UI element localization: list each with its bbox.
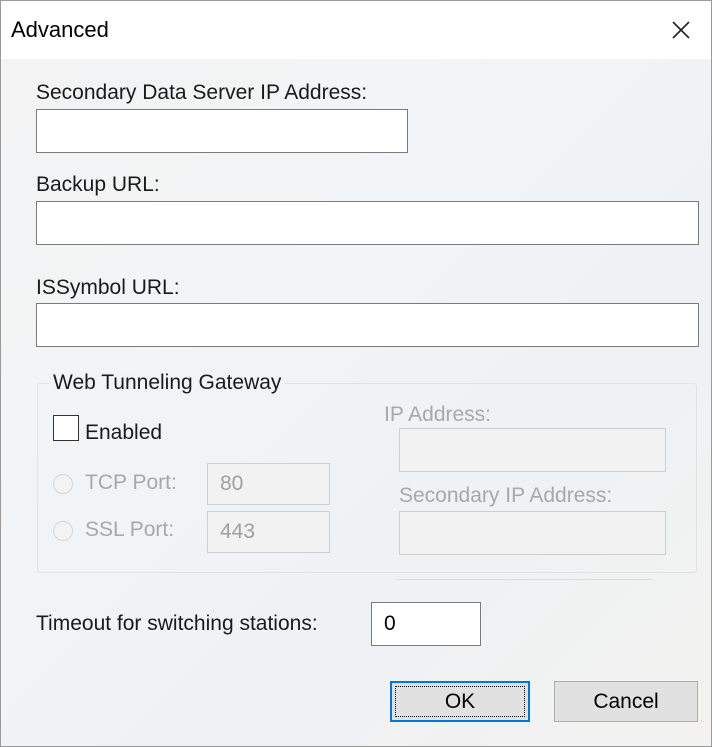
enabled-label[interactable]: Enabled — [85, 421, 162, 445]
tcp-port-input[interactable] — [207, 463, 330, 505]
gateway-secondary-ip-label: Secondary IP Address: — [399, 484, 613, 507]
issymbol-url-label: ISSymbol URL: — [36, 276, 180, 299]
close-icon — [672, 21, 690, 39]
ssl-port-radio[interactable] — [53, 521, 73, 541]
timeout-label: Timeout for switching stations: — [36, 612, 318, 635]
enabled-checkbox[interactable] — [53, 415, 79, 441]
close-button[interactable] — [659, 9, 703, 51]
gateway-ip-label: IP Address: — [384, 403, 492, 426]
backup-url-label: Backup URL: — [36, 173, 160, 196]
window-title: Advanced — [11, 17, 109, 42]
issymbol-url-input[interactable] — [36, 303, 699, 347]
secondary-ip-label: Secondary Data Server IP Address: — [36, 81, 368, 104]
tcp-port-label: TCP Port: — [85, 471, 177, 494]
secondary-ip-input[interactable] — [36, 109, 408, 153]
ok-button-label: OK — [444, 689, 476, 713]
tcp-port-radio[interactable] — [53, 474, 73, 494]
cancel-button-label: Cancel — [593, 689, 659, 713]
advanced-dialog: Advanced Secondary Data Server IP Addres… — [0, 0, 712, 747]
cancel-button[interactable]: Cancel — [554, 681, 698, 722]
timeout-input[interactable] — [371, 602, 481, 646]
title-bar: Advanced — [1, 1, 711, 59]
backup-url-input[interactable] — [36, 201, 699, 245]
ssl-port-label: SSL Port: — [85, 518, 175, 541]
gateway-secondary-ip-input[interactable] — [399, 511, 666, 555]
ssl-port-input[interactable] — [207, 511, 330, 553]
gateway-ip-input[interactable] — [399, 428, 666, 472]
ok-button[interactable]: OK — [390, 681, 530, 722]
separator-line — [397, 579, 653, 580]
gateway-group-title: Web Tunneling Gateway — [49, 371, 286, 395]
